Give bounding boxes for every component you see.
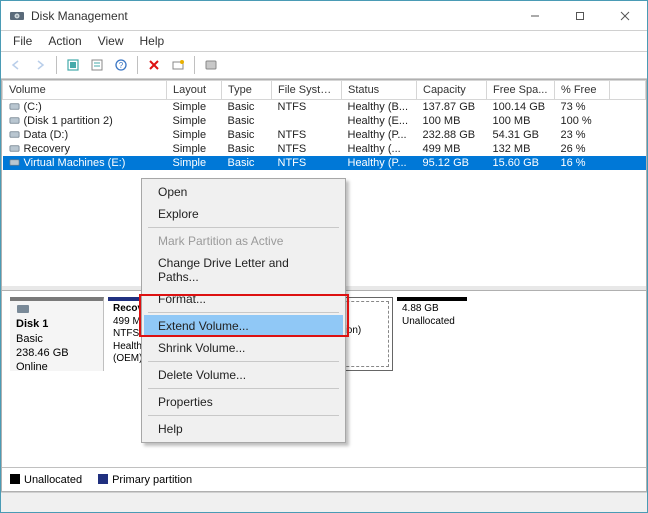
back-button[interactable] [5, 54, 27, 76]
col-type: Type [222, 81, 272, 100]
ctx-mark-active: Mark Partition as Active [144, 230, 343, 252]
context-menu: Open Explore Mark Partition as Active Ch… [141, 178, 346, 443]
disk-management-window: Disk Management File Action View Help ? [0, 0, 648, 513]
close-button[interactable] [602, 1, 647, 30]
table-row[interactable]: Data (D:)SimpleBasicNTFSHealthy (P...232… [3, 128, 646, 142]
col-layout: Layout [167, 81, 222, 100]
volume-icon[interactable] [200, 54, 222, 76]
menu-help[interactable]: Help [132, 32, 173, 50]
ctx-shrink-volume[interactable]: Shrink Volume... [144, 337, 343, 359]
table-row[interactable]: RecoverySimpleBasicNTFSHealthy (...499 M… [3, 142, 646, 156]
help-icon[interactable]: ? [110, 54, 132, 76]
title-bar[interactable]: Disk Management [1, 1, 647, 31]
table-row[interactable]: (C:)SimpleBasicNTFSHealthy (B...137.87 G… [3, 100, 646, 115]
partition-unallocated[interactable]: 4.88 GBUnallocated [397, 297, 467, 371]
menu-action[interactable]: Action [40, 32, 89, 50]
disk-management-icon [9, 8, 25, 24]
col-volume: Volume [3, 81, 167, 100]
window-title: Disk Management [31, 9, 512, 23]
settings-icon[interactable] [167, 54, 189, 76]
ctx-delete-volume[interactable]: Delete Volume... [144, 364, 343, 386]
ctx-help[interactable]: Help [144, 418, 343, 440]
legend: Unallocated Primary partition [2, 467, 646, 491]
refresh-icon[interactable] [62, 54, 84, 76]
ctx-open[interactable]: Open [144, 181, 343, 203]
properties-icon[interactable] [86, 54, 108, 76]
menu-file[interactable]: File [5, 32, 40, 50]
col-capacity: Capacity [417, 81, 487, 100]
col-filesystem: File System [272, 81, 342, 100]
ctx-explore[interactable]: Explore [144, 203, 343, 225]
maximize-button[interactable] [557, 1, 602, 30]
toolbar: ? [1, 51, 647, 79]
table-row[interactable]: Virtual Machines (E:)SimpleBasicNTFSHeal… [3, 156, 646, 170]
ctx-extend-volume[interactable]: Extend Volume... [144, 315, 343, 337]
svg-text:?: ? [119, 61, 124, 70]
legend-primary: Primary partition [112, 474, 192, 486]
col-status: Status [342, 81, 417, 100]
table-row[interactable]: (Disk 1 partition 2)SimpleBasicHealthy (… [3, 114, 646, 128]
disk-info-box[interactable]: Disk 1Basic238.46 GBOnline [10, 297, 104, 371]
ctx-change-letter[interactable]: Change Drive Letter and Paths... [144, 252, 343, 288]
status-bar [1, 492, 647, 512]
table-header-row[interactable]: Volume Layout Type File System Status Ca… [3, 81, 646, 100]
minimize-button[interactable] [512, 1, 557, 30]
col-pct: % Free [555, 81, 610, 100]
forward-button[interactable] [29, 54, 51, 76]
menu-view[interactable]: View [90, 32, 132, 50]
ctx-format[interactable]: Format... [144, 288, 343, 310]
menu-bar: File Action View Help [1, 31, 647, 51]
col-free: Free Spa... [487, 81, 555, 100]
delete-icon[interactable] [143, 54, 165, 76]
ctx-properties[interactable]: Properties [144, 391, 343, 413]
legend-unallocated: Unallocated [24, 474, 82, 486]
